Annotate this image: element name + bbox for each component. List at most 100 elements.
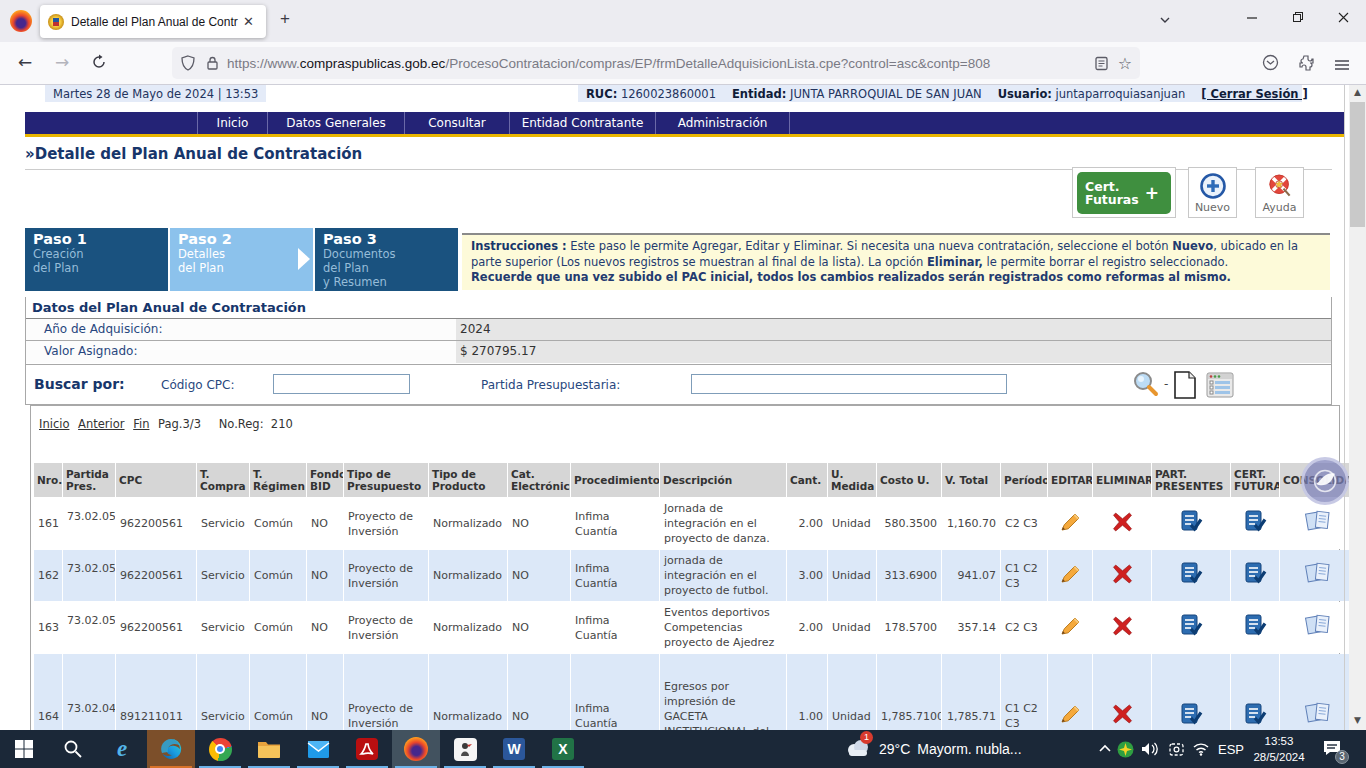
wifi-tray-icon[interactable] bbox=[1192, 730, 1210, 768]
shield-icon[interactable] bbox=[180, 55, 196, 71]
main-menu: InicioDatos GeneralesConsultarEntidad Co… bbox=[25, 112, 1345, 137]
address-bar[interactable]: https://www.compraspublicas.gob.ec/Proce… bbox=[172, 47, 1140, 79]
display-cast-tray-icon[interactable] bbox=[1168, 730, 1185, 768]
edit-pencil-icon[interactable] bbox=[1058, 627, 1082, 640]
taskbar-file-explorer-icon[interactable] bbox=[245, 730, 293, 768]
partida-presupuestaria-input[interactable] bbox=[691, 374, 1007, 394]
antivirus-tray-icon[interactable] bbox=[1117, 730, 1134, 768]
menu-item-datos-generales[interactable]: Datos Generales bbox=[267, 112, 404, 134]
taskbar-excel-icon[interactable]: X bbox=[539, 730, 587, 768]
taskbar-edge-icon[interactable] bbox=[147, 730, 195, 768]
window-close-button[interactable] bbox=[1320, 0, 1366, 34]
reader-mode-icon[interactable] bbox=[1094, 56, 1109, 71]
window-restore-button[interactable] bbox=[1275, 0, 1321, 34]
weather-widget[interactable]: 1 29°C Mayorm. nubla... bbox=[845, 730, 1022, 768]
col-header-14: V. Total bbox=[942, 463, 1000, 497]
delete-x-icon[interactable] bbox=[1112, 714, 1133, 727]
codigo-cpc-input[interactable] bbox=[273, 374, 410, 394]
step-paso3[interactable]: Paso 3Documentos del Plan y Resumen bbox=[315, 228, 458, 291]
pagination-inicio-link[interactable]: Inicio bbox=[39, 417, 69, 431]
pocket-icon[interactable] bbox=[1262, 54, 1279, 75]
ayuda-button[interactable]: Ayuda bbox=[1256, 168, 1303, 217]
browser-navbar: ← → https://www.compraspublicas.gob.ec/P… bbox=[0, 42, 1366, 85]
logout-link[interactable]: [ Cerrar Sesión ] bbox=[1201, 87, 1308, 101]
notification-center-icon[interactable]: 3 bbox=[1322, 730, 1342, 768]
edit-pencil-icon[interactable] bbox=[1058, 575, 1082, 588]
menu-item-inicio[interactable]: Inicio bbox=[197, 112, 267, 134]
nuevo-button[interactable]: Nuevo bbox=[1189, 168, 1236, 217]
menu-hamburger-icon[interactable] bbox=[1334, 56, 1350, 76]
cert-futuras-button[interactable]: Cert. Futuras+ bbox=[1077, 172, 1171, 214]
consolidar-copy-icon[interactable] bbox=[1304, 629, 1332, 642]
part-presentes-doc-icon[interactable] bbox=[1180, 716, 1203, 729]
datetime-bar: Martes 28 de Mayo de 2024 | 13:53 bbox=[45, 85, 266, 102]
cert-futura-doc-icon[interactable] bbox=[1244, 523, 1267, 536]
bookmark-star-icon[interactable]: ☆ bbox=[1118, 54, 1132, 73]
cert-futura-doc-icon[interactable] bbox=[1244, 575, 1267, 588]
extensions-puzzle-icon[interactable] bbox=[1298, 54, 1315, 75]
edit-pencil-icon[interactable] bbox=[1058, 523, 1082, 536]
taskbar-mail-icon[interactable] bbox=[294, 730, 342, 768]
help-lifebuoy-icon bbox=[1266, 172, 1294, 200]
taskbar-firefox-icon[interactable] bbox=[392, 730, 440, 768]
menu-item-administración[interactable]: Administración bbox=[655, 112, 790, 134]
language-indicator[interactable]: ESP bbox=[1218, 730, 1244, 768]
consolidar-copy-icon[interactable] bbox=[1304, 577, 1332, 590]
volume-tray-icon[interactable] bbox=[1140, 730, 1160, 768]
scrollbar-thumb[interactable] bbox=[1350, 102, 1365, 227]
consolidar-copy-icon[interactable] bbox=[1304, 525, 1332, 538]
pagination-fin-link[interactable]: Fin bbox=[133, 417, 149, 431]
tab-title: Detalle del Plan Anual de Contr bbox=[71, 15, 239, 29]
back-button[interactable]: ← bbox=[18, 52, 32, 72]
list-tabs-chevron-icon[interactable] bbox=[1158, 12, 1172, 31]
taskbar-clock[interactable]: 13:53 28/5/2024 bbox=[1248, 733, 1310, 765]
delete-x-icon[interactable] bbox=[1112, 574, 1133, 587]
step-paso1[interactable]: Paso 1Creación del Plan bbox=[25, 228, 168, 291]
cell-consolidar bbox=[1280, 498, 1349, 549]
edit-pencil-icon[interactable] bbox=[1058, 715, 1082, 728]
taskbar-chrome-icon[interactable] bbox=[196, 730, 244, 768]
tray-chevron-icon[interactable] bbox=[1098, 730, 1112, 768]
lock-icon[interactable] bbox=[206, 56, 219, 71]
window-scrollbar[interactable]: ▲ ▼ bbox=[1349, 85, 1366, 730]
taskbar-word-icon[interactable]: W bbox=[490, 730, 538, 768]
cell-tregimen: Común bbox=[250, 498, 306, 549]
cell-partida: 73.02.05 bbox=[63, 498, 115, 549]
step-paso2-active[interactable]: Paso 2Detalles del Plan bbox=[170, 228, 313, 291]
taskbar-search-icon[interactable] bbox=[49, 730, 97, 768]
menu-item-entidad-contratante[interactable]: Entidad Contratante bbox=[509, 112, 655, 134]
col-header-6: Tipo de Presupuesto bbox=[344, 463, 428, 497]
taskbar-internet-explorer-icon[interactable]: e bbox=[98, 730, 146, 768]
cert-futura-doc-icon[interactable] bbox=[1244, 627, 1267, 640]
forward-button[interactable]: → bbox=[55, 52, 69, 72]
session-bar: RUC: 1260023860001 Entidad: JUNTA PARROQ… bbox=[578, 85, 1302, 102]
window-minimize-button[interactable] bbox=[1229, 0, 1275, 34]
part-presentes-doc-icon[interactable] bbox=[1180, 627, 1203, 640]
browser-tab[interactable]: Detalle del Plan Anual de Contr ✕ bbox=[40, 5, 266, 38]
pagination-anterior-link[interactable]: Anterior bbox=[78, 417, 124, 431]
search-magnifier-icon[interactable] bbox=[1131, 370, 1161, 404]
part-presentes-doc-icon[interactable] bbox=[1180, 575, 1203, 588]
nuevo-box: Nuevo bbox=[1188, 167, 1237, 218]
taskbar-java-app-icon[interactable] bbox=[441, 730, 489, 768]
document-icon[interactable] bbox=[1172, 370, 1198, 404]
consolidar-copy-icon[interactable] bbox=[1304, 717, 1332, 730]
delete-x-icon[interactable] bbox=[1112, 626, 1133, 639]
tab-close-icon[interactable]: ✕ bbox=[243, 14, 254, 29]
menu-item-consultar[interactable]: Consultar bbox=[404, 112, 509, 134]
cell-desc: Jornada de integración en el proyecto de… bbox=[660, 498, 786, 549]
part-presentes-doc-icon[interactable] bbox=[1180, 523, 1203, 536]
taskbar-acrobat-icon[interactable] bbox=[343, 730, 391, 768]
floating-assistant-widget[interactable] bbox=[1301, 457, 1349, 505]
cert-futura-doc-icon[interactable] bbox=[1244, 716, 1267, 729]
list-report-icon[interactable] bbox=[1206, 372, 1234, 402]
cell-editar bbox=[1048, 550, 1092, 601]
cell-consolidar bbox=[1280, 550, 1349, 601]
taskbar-windows-start-icon[interactable] bbox=[0, 730, 48, 768]
delete-x-icon[interactable] bbox=[1112, 522, 1133, 535]
cell-periodo: C1 C2 C3 bbox=[1001, 654, 1047, 730]
new-tab-button[interactable]: + bbox=[280, 9, 290, 29]
firefox-logo-icon[interactable] bbox=[10, 10, 32, 32]
cell-cpc: 962200561 bbox=[116, 498, 196, 549]
reload-button[interactable] bbox=[91, 54, 107, 74]
